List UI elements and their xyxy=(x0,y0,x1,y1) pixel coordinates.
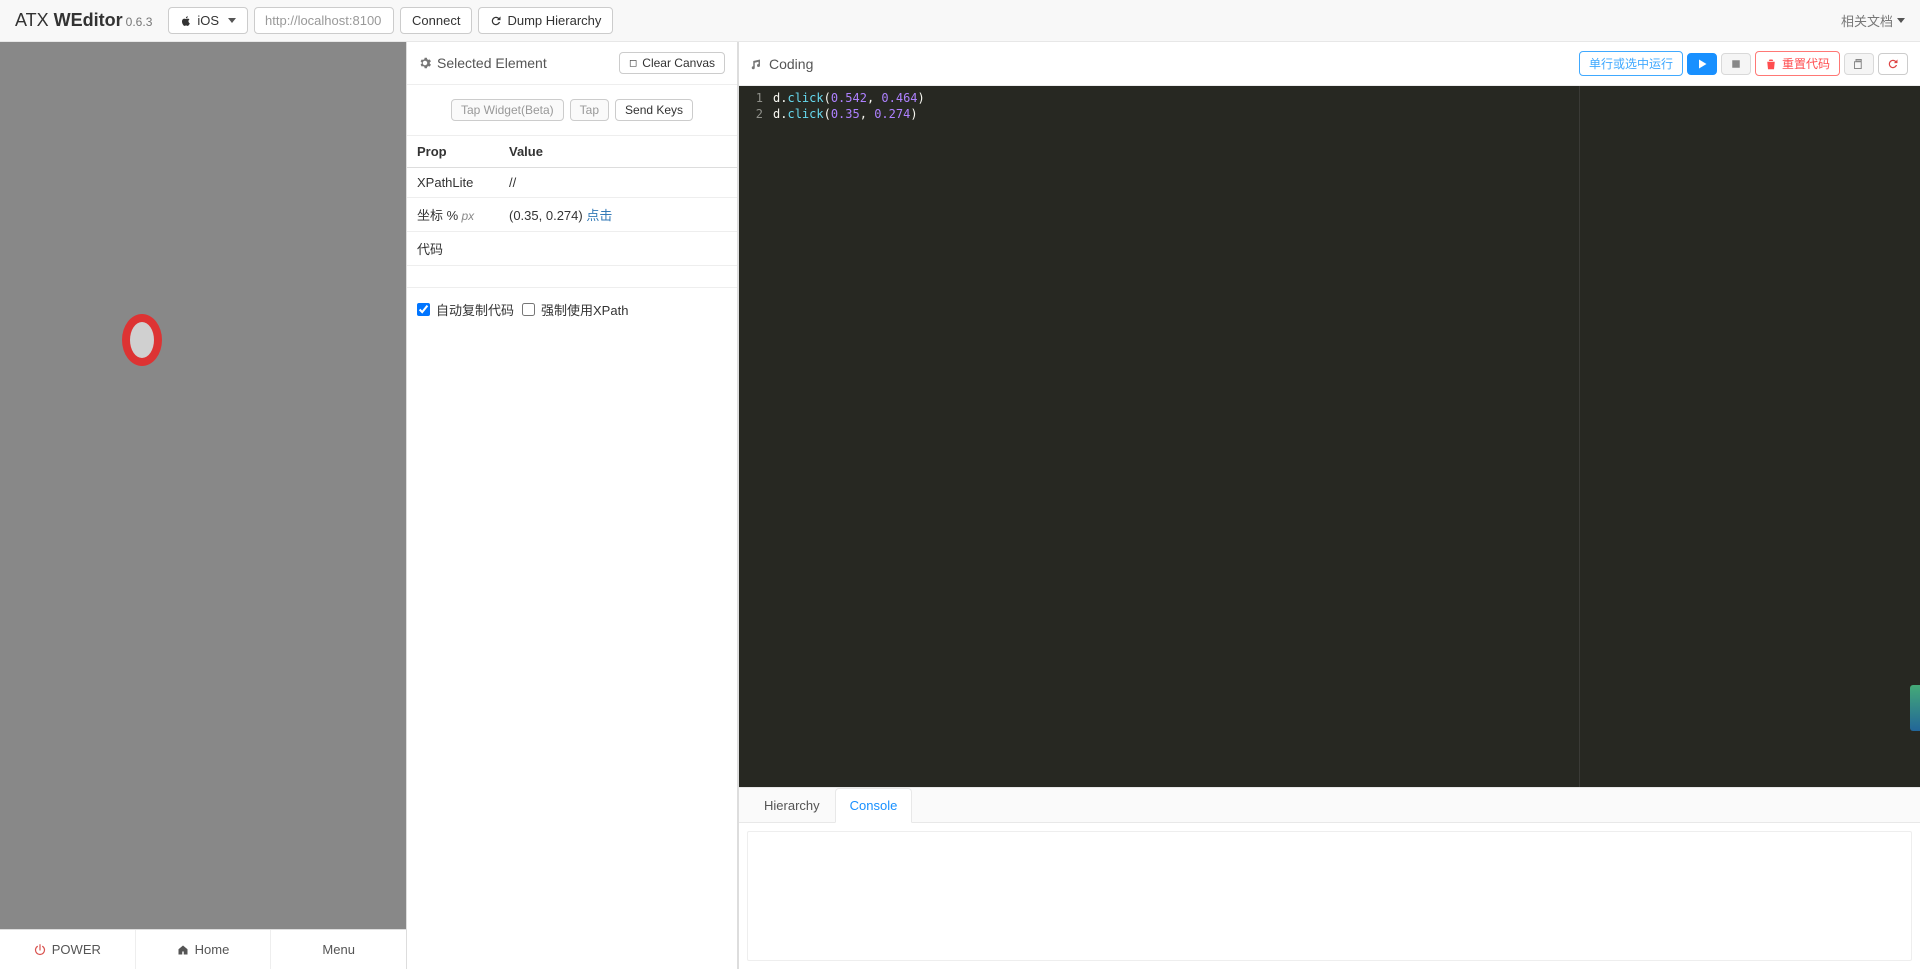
auto-copy-checkbox[interactable] xyxy=(417,303,430,316)
editor-scroll-divider xyxy=(1579,86,1580,787)
force-xpath-checkbox[interactable] xyxy=(522,303,535,316)
device-panel: POWER Home Menu xyxy=(0,42,406,969)
bottom-tabs: Hierarchy Console xyxy=(739,787,1920,823)
connect-url-input[interactable] xyxy=(254,7,394,34)
docs-dropdown[interactable]: 相关文档 xyxy=(1841,11,1905,30)
device-power-button[interactable]: POWER xyxy=(0,930,136,969)
gear-icon xyxy=(419,57,431,69)
run-button[interactable] xyxy=(1687,53,1717,75)
play-icon xyxy=(1696,58,1708,70)
touch-indicator xyxy=(122,314,162,366)
home-icon xyxy=(177,944,189,956)
send-keys-button[interactable]: Send Keys xyxy=(615,99,693,121)
trash-icon xyxy=(1765,58,1777,70)
tab-console[interactable]: Console xyxy=(835,788,913,823)
editor-content[interactable]: d.click(0.542, 0.464) d.click(0.35, 0.27… xyxy=(769,86,1920,787)
tap-widget-button[interactable]: Tap Widget(Beta) xyxy=(451,99,564,121)
table-row: XPathLite // xyxy=(407,168,737,198)
device-controls: POWER Home Menu xyxy=(0,929,406,969)
copy-icon xyxy=(1853,58,1865,70)
table-row xyxy=(407,266,737,288)
coding-title: Coding xyxy=(751,56,813,72)
copy-button[interactable] xyxy=(1844,53,1874,75)
platform-dropdown[interactable]: iOS xyxy=(168,7,248,34)
run-selection-button[interactable]: 单行或选中运行 xyxy=(1579,51,1683,76)
th-prop: Prop xyxy=(407,136,499,168)
platform-dropdown-label: iOS xyxy=(197,13,219,28)
side-handle[interactable] xyxy=(1910,685,1920,731)
console-output[interactable] xyxy=(747,831,1912,961)
table-row: 代码 xyxy=(407,232,737,266)
force-xpath-label: 强制使用XPath xyxy=(541,300,628,319)
stop-button[interactable] xyxy=(1721,53,1751,75)
clear-canvas-button[interactable]: ◻ Clear Canvas xyxy=(619,52,725,74)
table-row: 坐标 % px (0.35, 0.274) 点击 xyxy=(407,198,737,232)
stop-icon xyxy=(1730,58,1742,70)
apple-icon xyxy=(180,15,192,27)
brand: ATX WEditor0.6.3 xyxy=(15,10,152,31)
dump-hierarchy-button[interactable]: Dump Hierarchy xyxy=(478,7,613,34)
auto-copy-label: 自动复制代码 xyxy=(436,300,514,319)
chevron-down-icon xyxy=(228,18,236,23)
device-menu-button[interactable]: Menu xyxy=(271,930,406,969)
coding-panel: Coding 单行或选中运行 重置代码 xyxy=(738,42,1920,969)
selected-element-panel: Selected Element ◻ Clear Canvas Tap Widg… xyxy=(406,42,738,969)
refresh-icon xyxy=(490,15,502,27)
chevron-down-icon xyxy=(1897,18,1905,23)
refresh-button[interactable] xyxy=(1878,53,1908,75)
power-icon xyxy=(34,944,46,956)
connect-button[interactable]: Connect xyxy=(400,7,472,34)
device-canvas[interactable] xyxy=(0,42,406,929)
click-link[interactable]: 点击 xyxy=(586,208,612,223)
reset-code-button[interactable]: 重置代码 xyxy=(1755,51,1840,76)
th-value: Value xyxy=(499,136,737,168)
properties-table: Prop Value XPathLite // 坐标 % px (0.35, 0… xyxy=(407,136,737,288)
editor-gutter: 1 2 xyxy=(739,86,769,787)
tab-hierarchy[interactable]: Hierarchy xyxy=(749,788,835,823)
selected-element-title: Selected Element xyxy=(419,55,547,71)
tap-button[interactable]: Tap xyxy=(570,99,609,121)
device-home-button[interactable]: Home xyxy=(136,930,272,969)
refresh-icon xyxy=(1887,58,1899,70)
top-toolbar: ATX WEditor0.6.3 iOS Connect Dump Hierar… xyxy=(0,0,1920,42)
music-icon xyxy=(751,58,763,70)
code-editor[interactable]: 1 2 d.click(0.542, 0.464) d.click(0.35, … xyxy=(739,86,1920,787)
